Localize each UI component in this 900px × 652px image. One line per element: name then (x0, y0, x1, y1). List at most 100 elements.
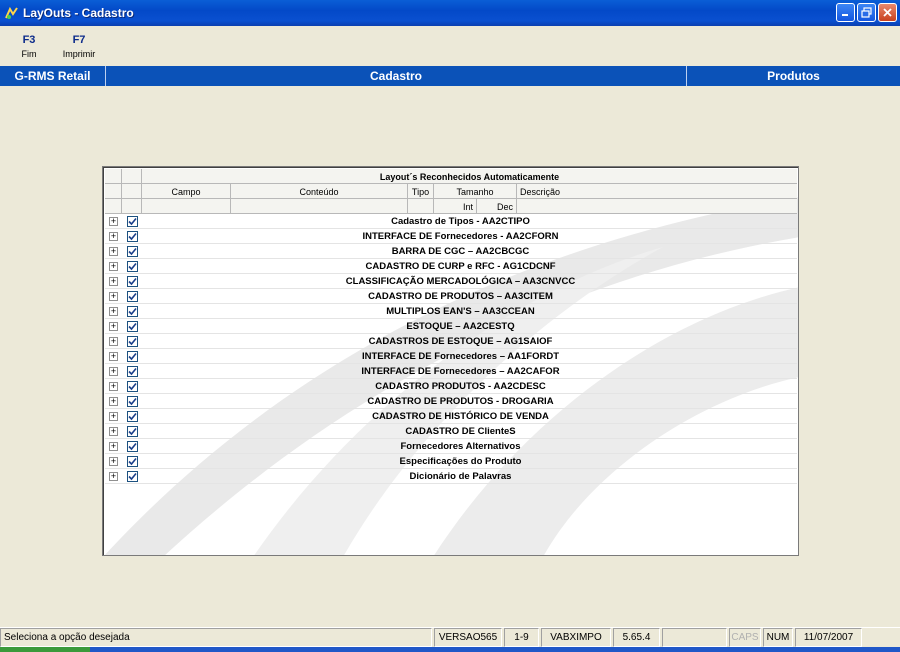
row-checkbox[interactable] (122, 260, 142, 272)
column-conteudo[interactable]: Conteúdo (231, 184, 408, 199)
grid-caption-row: Layout´s Reconhecidos Automaticamente (105, 169, 797, 184)
grid-row[interactable]: + Fornecedores Alternativos (105, 439, 797, 454)
row-checkbox[interactable] (122, 305, 142, 317)
grid-row[interactable]: + Dicionário de Palavras (105, 469, 797, 484)
end-label: Fim (21, 48, 37, 59)
end-button[interactable]: F3 Fim (6, 26, 52, 66)
grid-row[interactable]: + Especificações do Produto (105, 454, 797, 469)
app-icon (5, 6, 19, 20)
column-int[interactable]: Int (434, 199, 477, 214)
row-checkbox[interactable] (122, 380, 142, 392)
maximize-icon[interactable] (857, 3, 876, 22)
layouts-grid[interactable]: Layout´s Reconhecidos Automaticamente Ca… (105, 169, 797, 484)
expand-icon[interactable]: + (105, 456, 122, 466)
check-icon (127, 262, 137, 270)
expand-icon[interactable]: + (105, 246, 122, 256)
expand-icon[interactable]: + (105, 366, 122, 376)
status-num: NUM (763, 628, 793, 647)
expand-icon[interactable]: + (105, 351, 122, 361)
column-dec[interactable]: Dec (477, 199, 517, 214)
check-icon (127, 442, 137, 450)
toolbar: F3 Fim F7 Imprimir (0, 26, 900, 66)
expand-icon[interactable]: + (105, 381, 122, 391)
row-label: Dicionário de Palavras (409, 470, 512, 482)
check-icon (127, 427, 137, 435)
check-icon (127, 322, 137, 330)
row-checkbox[interactable] (122, 410, 142, 422)
row-checkbox[interactable] (122, 440, 142, 452)
expand-icon[interactable]: + (105, 411, 122, 421)
row-label: CADASTRO DE ClienteS (405, 425, 516, 437)
row-label: CADASTRO DE PRODUTOS – AA3CITEM (368, 290, 553, 302)
grid-row[interactable]: + MULTIPLOS EAN'S – AA3CCEAN (105, 304, 797, 319)
grid-row[interactable]: + INTERFACE DE Fornecedores - AA2CFORN (105, 229, 797, 244)
expand-icon[interactable]: + (105, 216, 122, 226)
grid-row[interactable]: + CADASTRO DE ClienteS (105, 424, 797, 439)
status-page: 1-9 (504, 628, 539, 647)
row-checkbox[interactable] (122, 275, 142, 287)
column-tipo[interactable]: Tipo (408, 184, 434, 199)
close-icon[interactable] (878, 3, 897, 22)
caption-spacer-1 (105, 169, 122, 184)
row-checkbox[interactable] (122, 230, 142, 242)
check-icon (127, 217, 137, 225)
row-checkbox[interactable] (122, 350, 142, 362)
minimize-icon[interactable] (836, 3, 855, 22)
grid-row[interactable]: + CADASTROS DE ESTOQUE – AG1SAIOF (105, 334, 797, 349)
row-label: CADASTRO DE CURP e RFC - AG1CDCNF (365, 260, 556, 272)
header-spacer-1 (105, 184, 122, 199)
expand-icon[interactable]: + (105, 276, 122, 286)
grid-row[interactable]: + ESTOQUE – AA2CESTQ (105, 319, 797, 334)
expand-icon[interactable]: + (105, 306, 122, 316)
expand-icon[interactable]: + (105, 261, 122, 271)
row-checkbox[interactable] (122, 290, 142, 302)
expand-icon[interactable]: + (105, 291, 122, 301)
row-checkbox[interactable] (122, 320, 142, 332)
status-version: VERSAO565 (434, 628, 502, 647)
grid-row[interactable]: + INTERFACE DE Fornecedores – AA2CAFOR (105, 364, 797, 379)
grid-row[interactable]: + INTERFACE DE Fornecedores – AA1FORDT (105, 349, 797, 364)
row-checkbox[interactable] (122, 470, 142, 482)
print-button[interactable]: F7 Imprimir (56, 26, 102, 66)
header-band: G-RMS Retail Cadastro Produtos (0, 66, 900, 86)
status-program: VABXIMPO (541, 628, 611, 647)
column-campo[interactable]: Campo (142, 184, 231, 199)
grid-row[interactable]: + CADASTRO PRODUTOS - AA2CDESC (105, 379, 797, 394)
row-label: CADASTRO DE HISTÓRICO DE VENDA (372, 410, 549, 422)
grid-row[interactable]: + CADASTRO DE HISTÓRICO DE VENDA (105, 409, 797, 424)
expand-icon[interactable]: + (105, 471, 122, 481)
expand-icon[interactable]: + (105, 426, 122, 436)
row-label: Cadastro de Tipos - AA2CTIPO (391, 215, 530, 227)
grid-row[interactable]: + CADASTRO DE CURP e RFC - AG1CDCNF (105, 259, 797, 274)
row-checkbox[interactable] (122, 335, 142, 347)
expand-icon[interactable]: + (105, 336, 122, 346)
row-label: INTERFACE DE Fornecedores – AA1FORDT (361, 350, 560, 362)
caption-spacer-2 (122, 169, 142, 184)
check-icon (127, 382, 137, 390)
row-checkbox[interactable] (122, 395, 142, 407)
row-label: ESTOQUE – AA2CESTQ (406, 320, 515, 332)
grid-row[interactable]: + Cadastro de Tipos - AA2CTIPO (105, 214, 797, 229)
check-icon (127, 367, 137, 375)
title-bar[interactable]: LayOuts - Cadastro (0, 0, 900, 26)
system-name: G-RMS Retail (0, 66, 106, 86)
row-checkbox[interactable] (122, 365, 142, 377)
grid-row[interactable]: + CADASTRO DE PRODUTOS - DROGARIA (105, 394, 797, 409)
grid-row[interactable]: + CLASSIFICAÇÃO MERCADOLÓGICA – AA3CNVCC (105, 274, 797, 289)
row-label: CADASTRO PRODUTOS - AA2CDESC (375, 380, 546, 392)
column-tamanho[interactable]: Tamanho (434, 184, 517, 199)
row-checkbox[interactable] (122, 245, 142, 257)
grid-row[interactable]: + BARRA DE CGC – AA2CBCGC (105, 244, 797, 259)
row-checkbox[interactable] (122, 455, 142, 467)
grid-row[interactable]: + CADASTRO DE PRODUTOS – AA3CITEM (105, 289, 797, 304)
status-message: Seleciona a opção desejada (0, 628, 432, 647)
row-checkbox[interactable] (122, 425, 142, 437)
expand-icon[interactable]: + (105, 396, 122, 406)
row-checkbox[interactable] (122, 215, 142, 227)
expand-icon[interactable]: + (105, 321, 122, 331)
check-icon (127, 232, 137, 240)
expand-icon[interactable]: + (105, 441, 122, 451)
expand-icon[interactable]: + (105, 231, 122, 241)
layouts-grid-panel: Layout´s Reconhecidos Automaticamente Ca… (102, 166, 799, 556)
column-descricao[interactable]: Descrição (517, 184, 797, 199)
